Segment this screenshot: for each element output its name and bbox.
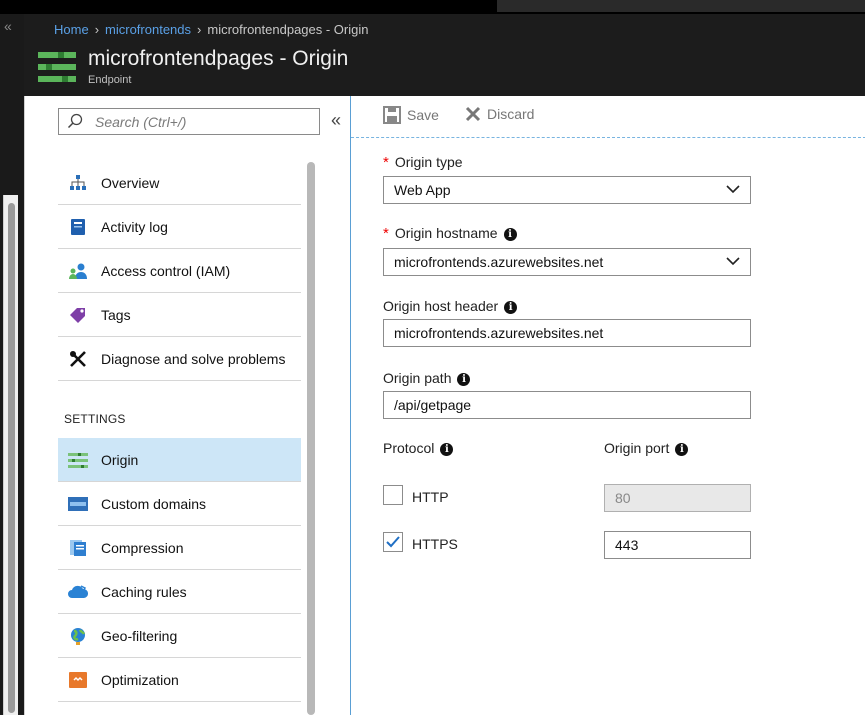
- overview-icon: [68, 173, 88, 193]
- endpoint-icon: [38, 50, 76, 84]
- origin-icon: [68, 450, 88, 470]
- menu-item-label: Overview: [101, 174, 160, 191]
- protocol-label: Protocol i: [383, 440, 454, 456]
- tag-icon: [68, 305, 88, 325]
- menu-item-label: Compression: [101, 539, 184, 556]
- compression-icon: [68, 538, 88, 558]
- breadcrumb-separator-icon: ›: [94, 22, 100, 37]
- https-port-input[interactable]: 443: [604, 531, 751, 559]
- top-bar: [0, 0, 865, 14]
- origin-type-value: Web App: [394, 182, 451, 198]
- breadcrumb-parent[interactable]: microfrontends: [105, 22, 191, 37]
- breadcrumb-current: microfrontendpages - Origin: [207, 22, 369, 37]
- menu-item-caching-rules[interactable]: Caching rules: [58, 570, 301, 614]
- menu-item-tags[interactable]: Tags: [58, 293, 301, 337]
- origin-hostname-value: microfrontends.azurewebsites.net: [394, 254, 604, 270]
- menu-item-label: Tags: [101, 306, 131, 323]
- breadcrumb-separator-icon: ›: [197, 22, 202, 37]
- page-title: microfrontendpages - Origin: [88, 47, 349, 70]
- menu-item-overview[interactable]: Overview: [58, 161, 301, 205]
- https-label: HTTPS: [412, 536, 458, 552]
- breadcrumb: Home › microfrontends › microfrontendpages -…: [54, 22, 369, 37]
- page-subtitle: Endpoint: [88, 74, 132, 86]
- chevron-down-icon: [726, 257, 740, 266]
- breadcrumb-home[interactable]: Home: [54, 22, 89, 37]
- menu-item-optimization[interactable]: Optimization: [58, 658, 301, 702]
- info-icon[interactable]: i: [457, 373, 471, 386]
- http-port-input: 80: [604, 484, 751, 512]
- scroll-thumb[interactable]: [8, 203, 15, 713]
- wrench-icon: [68, 349, 88, 369]
- host-header-input[interactable]: microfrontends.azurewebsites.net: [383, 319, 751, 347]
- save-button[interactable]: Save: [383, 106, 439, 124]
- origin-type-label: * Origin type: [383, 154, 463, 171]
- search-input[interactable]: [95, 112, 315, 132]
- command-bar: Save Discard: [351, 96, 865, 138]
- activity-log-icon: [68, 217, 88, 237]
- origin-path-label: Origin path i: [383, 370, 471, 386]
- http-label: HTTP: [412, 489, 449, 505]
- cloud-icon: [68, 582, 88, 602]
- origin-type-dropdown[interactable]: Web App: [383, 176, 751, 204]
- host-header-label: Origin host header i: [383, 298, 518, 314]
- menu-item-origin[interactable]: Origin: [58, 438, 301, 482]
- menu-item-geo-filtering[interactable]: Geo-filtering: [58, 614, 301, 658]
- menu-search[interactable]: [58, 108, 320, 135]
- required-asterisk: *: [383, 154, 389, 171]
- https-checkbox[interactable]: [383, 532, 403, 552]
- checkmark-icon: [386, 536, 400, 548]
- menu-item-label: Custom domains: [101, 495, 207, 512]
- save-label: Save: [407, 107, 439, 123]
- menu-item-label: Optimization: [101, 671, 179, 688]
- section-heading-settings: SETTINGS: [64, 412, 126, 426]
- discard-button[interactable]: Discard: [465, 106, 534, 122]
- origin-hostname-dropdown[interactable]: microfrontends.azurewebsites.net: [383, 248, 751, 276]
- left-scrollbar[interactable]: [3, 195, 18, 715]
- menu-item-label: Diagnose and solve problems: [101, 350, 286, 367]
- globe-icon: [68, 626, 88, 646]
- origin-path-input[interactable]: /api/getpage: [383, 391, 751, 419]
- menu-scroll-thumb[interactable]: [307, 162, 315, 715]
- search-icon: [67, 113, 83, 129]
- menu-item-label: Access control (IAM): [101, 262, 231, 279]
- blade-header: Home › microfrontends › microfrontendpages -…: [24, 14, 865, 96]
- menu-item-activity-log[interactable]: Activity log: [58, 205, 301, 249]
- access-control-icon: [68, 261, 88, 281]
- info-icon[interactable]: i: [504, 301, 518, 314]
- collapse-menu-icon[interactable]: «: [331, 110, 341, 131]
- info-icon[interactable]: i: [503, 228, 517, 241]
- chevron-down-icon: [726, 185, 740, 194]
- menu-item-label: Caching rules: [101, 583, 187, 600]
- save-icon: [383, 106, 401, 124]
- discard-label: Discard: [487, 106, 535, 122]
- required-asterisk: *: [383, 225, 389, 242]
- menu-item-custom-domains[interactable]: Custom domains: [58, 482, 301, 526]
- menu-item-label: Activity log: [101, 218, 168, 235]
- menu-item-label: Origin: [101, 451, 139, 468]
- origin-port-label: Origin port i: [604, 440, 689, 456]
- global-search-bar[interactable]: [497, 0, 865, 12]
- menu-scrollbar[interactable]: [305, 158, 318, 715]
- info-icon[interactable]: i: [675, 443, 689, 456]
- http-checkbox[interactable]: [383, 485, 403, 505]
- expand-menu-icon[interactable]: «: [4, 18, 12, 34]
- close-icon: [465, 106, 481, 122]
- resource-menu: « Overview Activity log Access control (…: [24, 96, 350, 715]
- info-icon[interactable]: i: [440, 443, 454, 456]
- menu-item-diagnose[interactable]: Diagnose and solve problems: [58, 337, 301, 381]
- menu-item-label: Geo-filtering: [101, 627, 178, 644]
- menu-item-access-control[interactable]: Access control (IAM): [58, 249, 301, 293]
- optimization-icon: [68, 670, 88, 690]
- origin-hostname-label: * Origin hostname i: [383, 225, 517, 242]
- menu-item-compression[interactable]: Compression: [58, 526, 301, 570]
- custom-domains-icon: [68, 494, 88, 514]
- origin-blade: Save Discard * Origin type Web App * Origi…: [350, 96, 865, 715]
